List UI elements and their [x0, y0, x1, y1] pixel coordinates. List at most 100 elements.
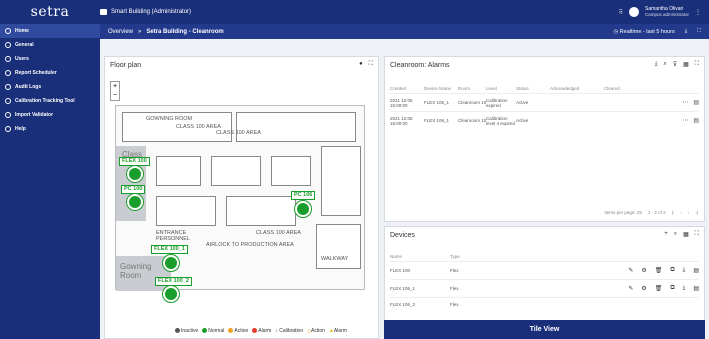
sidebar-item-home[interactable]: Home [0, 24, 100, 38]
col-cleared[interactable]: Cleared [604, 86, 644, 91]
col-name[interactable]: Name [390, 254, 450, 259]
device-tag-pc-100[interactable]: PC 100 [121, 185, 146, 194]
zoom-out-button[interactable]: − [111, 91, 119, 100]
table-row[interactable]: FLEX 106_1 Flex ✎ ⚙ 🗑 ⧉ ⤓ ▤ [390, 279, 699, 297]
filter-icon[interactable]: ⊽ [673, 61, 677, 68]
floor-plan-legend: Inactive Normal Action Alarm ↕ Calibrati… [175, 328, 347, 334]
col-status[interactable]: Status [516, 86, 550, 91]
copy-icon[interactable]: ⧉ [670, 285, 674, 292]
device-marker-normal[interactable] [295, 201, 311, 217]
sidebar-item-help[interactable]: Help [0, 122, 100, 136]
more-icon[interactable]: ⋯ [682, 99, 688, 106]
search-icon[interactable]: ⌕ [663, 61, 666, 68]
delete-icon[interactable]: 🗑 [655, 285, 663, 292]
download-icon[interactable]: ⤓ [685, 28, 687, 35]
sidebar-item-calibration[interactable]: Calibration Tracking Tool [0, 94, 100, 108]
device-marker-normal[interactable] [127, 166, 143, 182]
sidebar-item-import-validator[interactable]: Import Validator [0, 108, 100, 122]
next-page-icon[interactable]: › [688, 210, 690, 215]
search-icon[interactable]: ⌕ [674, 231, 677, 238]
legend-inactive: Inactive [175, 328, 198, 334]
plan-room [316, 224, 361, 269]
settings-icon[interactable]: ⚙ [641, 267, 646, 274]
columns-icon[interactable]: ▦ [683, 231, 689, 238]
app-title-text: Smart Building (Administrator) [111, 9, 192, 15]
table-row[interactable]: FLEX 106_2 Flex [390, 297, 699, 311]
delete-icon[interactable]: 🗑 [655, 267, 663, 274]
row-actions: ✎ ⚙ 🗑 ⧉ ⤓ ▤ [628, 267, 699, 274]
legend-label: Normal [208, 328, 225, 334]
sidebar-item-report-scheduler[interactable]: Report Scheduler [0, 66, 100, 80]
col-created[interactable]: Created [390, 86, 424, 91]
add-icon[interactable]: + [664, 231, 668, 238]
device-marker-normal[interactable] [127, 194, 143, 210]
cell-name: FLEX 106_1 [390, 286, 416, 291]
prev-page-icon[interactable]: ‹ [680, 210, 682, 215]
document-icon[interactable]: ▤ [693, 285, 699, 292]
device-marker-normal[interactable] [163, 255, 179, 271]
col-acknowledged[interactable]: Acknowledged [550, 86, 604, 91]
expand-icon[interactable]: ⛶ [697, 28, 701, 35]
expand-icon[interactable]: ⛶ [695, 231, 699, 238]
cell-name: FLEX 100 [390, 268, 411, 273]
col-type[interactable]: Type [450, 254, 490, 259]
cell-level: Calibration expired [486, 97, 508, 108]
download-icon[interactable]: ⤓ [683, 267, 686, 274]
app-grid-icon [100, 9, 107, 15]
apps-icon[interactable]: ⠿ [619, 9, 623, 16]
row-actions: ✎ ⚙ 🗑 ⧉ ⤓ ▤ [628, 285, 699, 292]
sidebar-item-general[interactable]: General [0, 38, 100, 52]
devices-tools: + ⌕ ▦ ⛶ [664, 231, 699, 238]
plan-label: PERSONNEL [156, 236, 190, 242]
top-right-tools: ⠿ Samantha Olivari Campus administrator … [619, 0, 701, 24]
cell-type: Flex [450, 286, 459, 291]
avatar[interactable] [628, 7, 639, 17]
floor-plan-title: Floor plan [110, 62, 142, 69]
col-device-name[interactable]: Device Name [424, 86, 458, 91]
comment-icon[interactable]: ▤ [693, 99, 699, 106]
settings-icon[interactable]: ⚙ [641, 285, 646, 292]
download-icon[interactable]: ⤓ [683, 285, 686, 292]
device-tag-flex-100-1[interactable]: FLEX 100_1 [151, 245, 188, 254]
items-per-page-select[interactable]: Items per page: 25 [604, 210, 642, 215]
sidebar-item-users[interactable]: Users [0, 52, 100, 66]
plan-room [156, 196, 216, 226]
edit-icon[interactable]: ✎ [628, 267, 633, 274]
app-logo[interactable]: setra [0, 4, 100, 20]
device-tag-flex-100-2[interactable]: FLEX 100_2 [155, 277, 192, 286]
download-icon[interactable]: ⤓ [655, 61, 658, 68]
sidebar-item-audit-logs[interactable]: Audit Logs [0, 80, 100, 94]
first-page-icon[interactable]: |‹ [672, 210, 675, 215]
tile-view-button[interactable]: Tile View [384, 320, 705, 339]
comment-icon[interactable]: ▤ [693, 117, 699, 124]
table-row[interactable]: 2021 12:05 15:00:00 FLEX 106_1 Cleanroom… [390, 93, 699, 111]
alarms-tools: ⤓ ⌕ ⊽ ▦ ⛶ [655, 61, 699, 68]
expand-icon[interactable]: ⛶ [369, 61, 373, 68]
breadcrumb-overview[interactable]: Overview [108, 29, 133, 35]
more-icon[interactable]: ⋯ [682, 117, 688, 124]
device-tag-pc-106[interactable]: PC 106 [291, 191, 316, 200]
plan-room [211, 156, 261, 186]
floor-plan-drawing: GOWNING ROOM CLASS 100 AREA CLASS 100 AR… [115, 105, 365, 291]
cell-device: FLEX 106_1 [424, 100, 450, 105]
zoom-in-button[interactable]: + [111, 82, 119, 91]
pin-icon[interactable]: ● [359, 61, 363, 68]
more-vert-icon[interactable]: ⋮ [695, 9, 701, 16]
last-page-icon[interactable]: ›| [695, 210, 698, 215]
table-row[interactable]: FLEX 100 Flex ✎ ⚙ 🗑 ⧉ ⤓ ▤ [390, 261, 699, 279]
realtime-selector[interactable]: ◷ Realtime - last 5 hours [613, 29, 674, 35]
expand-icon[interactable]: ⛶ [695, 61, 699, 68]
device-tag-flex-100[interactable]: FLEX 100 [119, 157, 150, 166]
col-room[interactable]: Room [458, 86, 486, 91]
columns-icon[interactable]: ▦ [683, 61, 689, 68]
document-icon[interactable]: ▤ [693, 267, 699, 274]
col-level[interactable]: Level [486, 86, 516, 91]
table-row[interactable]: 2021 12:05 15:00:00 FLEX 106_1 Cleanroom… [390, 111, 699, 129]
cell-type: Flex [450, 302, 459, 307]
floor-plan-panel: Floor plan ● ⛶ + − GOWNING ROOM CLASS 10… [104, 56, 379, 339]
device-marker-normal[interactable] [163, 286, 179, 302]
edit-icon[interactable]: ✎ [628, 285, 633, 292]
copy-icon[interactable]: ⧉ [670, 267, 674, 274]
plan-room [271, 156, 311, 186]
user-block[interactable]: Samantha Olivari Campus administrator [645, 6, 689, 18]
